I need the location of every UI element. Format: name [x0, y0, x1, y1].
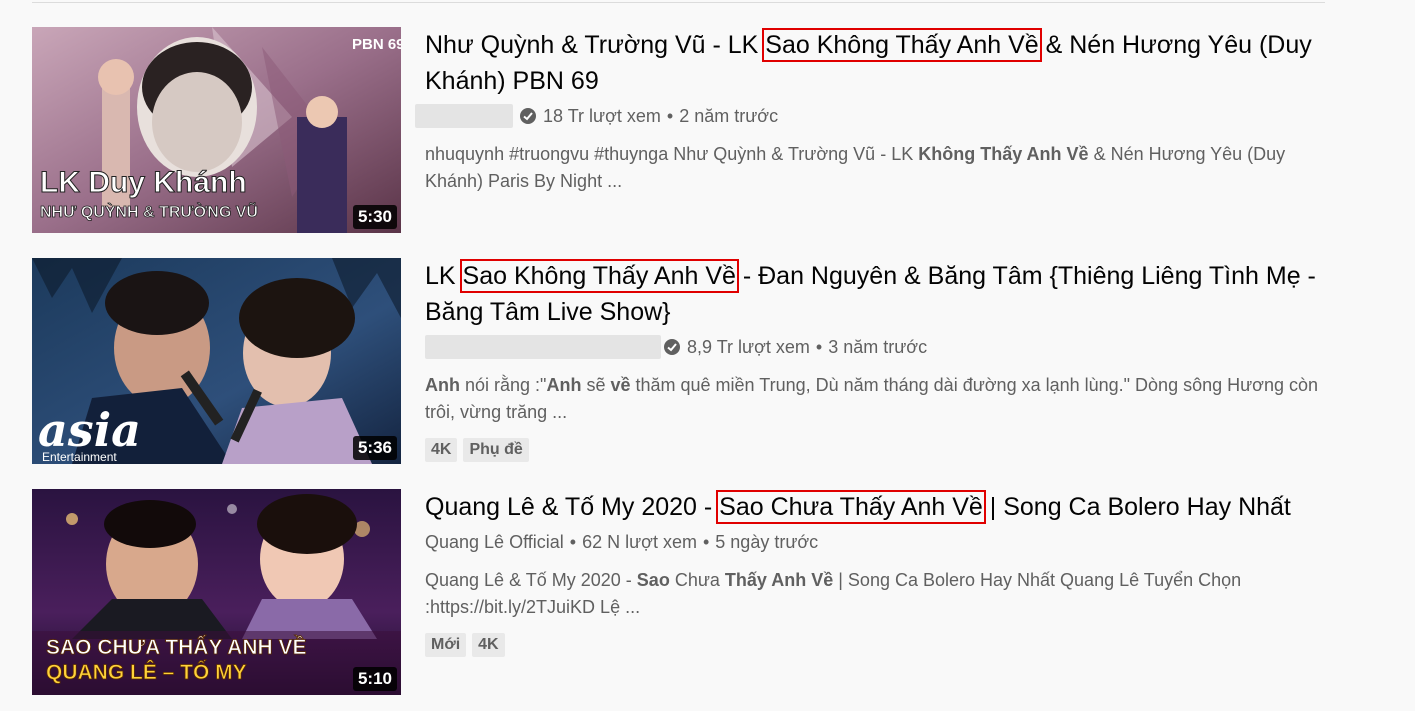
- view-count: 8,9 Tr lượt xem: [687, 337, 810, 357]
- video-meta: 8,9 Tr lượt xem • 3 năm trước: [425, 334, 1330, 360]
- asia-logo-subtitle: Entertainment: [42, 450, 117, 464]
- badge-row: Mới 4K: [425, 633, 1330, 657]
- verified-check-icon: [520, 108, 536, 124]
- channel-name-redacted[interactable]: [415, 104, 513, 128]
- video-info: Quang Lê & Tố My 2020 - Sao Chưa Thấy An…: [425, 489, 1330, 657]
- thumbnail-image: PBN 69 LK Duy Khánh NHƯ QUỲNH & TRƯỜNG V…: [32, 27, 401, 233]
- video-info: Như Quỳnh & Trường Vũ - LK Sao Không Thấ…: [415, 27, 1330, 195]
- video-meta: Quang Lê Official • 62 N lượt xem • 5 ng…: [425, 529, 1330, 555]
- verified-check-icon: [664, 339, 680, 355]
- thumbnail[interactable]: PBN 69 LK Duy Khánh NHƯ QUỲNH & TRƯỜNG V…: [32, 27, 401, 233]
- video-info: LK Sao Không Thấy Anh Về - Đan Nguyên & …: [425, 258, 1330, 462]
- desc-match: Thấy Anh Về: [724, 570, 834, 590]
- desc-text: nói rằng :": [460, 375, 547, 395]
- view-count: 62 N lượt xem: [582, 532, 697, 552]
- thumbnail[interactable]: SAO CHƯA THẤY ANH VỀ QUANG LÊ – TỐ MY 5:…: [32, 489, 401, 695]
- video-description: Quang Lê & Tố My 2020 - Sao Chưa Thấy An…: [425, 567, 1330, 621]
- video-description: Anh nói rằng :"Anh sẽ về thăm quê miền T…: [425, 372, 1330, 426]
- desc-match: về: [610, 375, 631, 395]
- thumb-title-text: SAO CHƯA THẤY ANH VỀ: [46, 636, 307, 659]
- video-result-1[interactable]: PBN 69 LK Duy Khánh NHƯ QUỲNH & TRƯỜNG V…: [32, 27, 1332, 233]
- desc-text: sẽ: [581, 375, 611, 395]
- upload-age: 5 ngày trước: [715, 532, 819, 552]
- desc-match: Không Thấy Anh Về: [918, 144, 1089, 164]
- badge-4k: 4K: [425, 438, 458, 462]
- duration-badge: 5:30: [352, 205, 397, 229]
- separator-dot: •: [666, 106, 674, 126]
- thumbnail-image: asia Entertainment: [32, 258, 401, 464]
- desc-match: Anh: [546, 375, 582, 395]
- title-suffix: | Song Ca Bolero Hay Nhất: [982, 493, 1291, 521]
- desc-text: nhuquynh #truongvu #thuynga Như Quỳnh & …: [425, 144, 919, 164]
- video-title[interactable]: LK Sao Không Thấy Anh Về - Đan Nguyên & …: [425, 258, 1330, 330]
- upload-age: 3 năm trước: [828, 337, 928, 357]
- thumbnail-image: SAO CHƯA THẤY ANH VỀ QUANG LÊ – TỐ MY: [32, 489, 401, 695]
- title-highlight: Sao Không Thấy Anh Về: [762, 28, 1042, 62]
- badge-row: 4K Phụ đề: [425, 438, 1330, 462]
- video-title[interactable]: Như Quỳnh & Trường Vũ - LK Sao Không Thấ…: [425, 27, 1330, 99]
- thumb-subtitle-text: NHƯ QUỲNH & TRƯỜNG VŨ: [40, 201, 258, 221]
- thumb-subtitle-text: QUANG LÊ – TỐ MY: [46, 660, 247, 684]
- desc-match: Anh: [425, 375, 460, 395]
- upload-age: 2 năm trước: [679, 106, 779, 126]
- title-highlight: Sao Không Thấy Anh Về: [459, 259, 739, 293]
- separator-dot: •: [569, 532, 577, 552]
- badge-subtitles: Phụ đề: [463, 438, 529, 462]
- desc-text: Quang Lê & Tố My 2020 -: [425, 570, 637, 590]
- thumb-corner-text: PBN 69: [352, 36, 401, 53]
- video-meta: 18 Tr lượt xem • 2 năm trước: [415, 103, 1330, 129]
- title-prefix: LK: [425, 262, 463, 290]
- separator-dot: •: [702, 532, 710, 552]
- badge-4k: 4K: [472, 633, 505, 657]
- video-result-3[interactable]: SAO CHƯA THẤY ANH VỀ QUANG LÊ – TỐ MY 5:…: [32, 489, 1332, 695]
- duration-badge: 5:10: [352, 667, 397, 691]
- channel-name[interactable]: Quang Lê Official: [425, 529, 564, 555]
- video-result-2[interactable]: asia Entertainment 5:36 LK Sao Không Thấ…: [32, 258, 1332, 464]
- title-prefix: Quang Lê & Tố My 2020 -: [425, 493, 720, 521]
- duration-badge: 5:36: [352, 436, 397, 460]
- title-prefix: Như Quỳnh & Trường Vũ - LK: [425, 31, 766, 59]
- desc-text: Chưa: [669, 570, 725, 590]
- view-count: 18 Tr lượt xem: [543, 106, 661, 126]
- badge-new: Mới: [425, 633, 467, 657]
- top-divider: [32, 2, 1325, 3]
- video-description: nhuquynh #truongvu #thuynga Như Quỳnh & …: [425, 141, 1330, 195]
- channel-name-redacted[interactable]: [425, 335, 661, 359]
- thumbnail[interactable]: asia Entertainment 5:36: [32, 258, 401, 464]
- asia-logo: asia: [38, 403, 141, 457]
- title-highlight: Sao Chưa Thấy Anh Về: [716, 490, 986, 524]
- desc-match: Sao: [636, 570, 670, 590]
- thumb-title-text: LK Duy Khánh: [40, 166, 247, 199]
- separator-dot: •: [815, 337, 823, 357]
- video-title[interactable]: Quang Lê & Tố My 2020 - Sao Chưa Thấy An…: [425, 489, 1330, 525]
